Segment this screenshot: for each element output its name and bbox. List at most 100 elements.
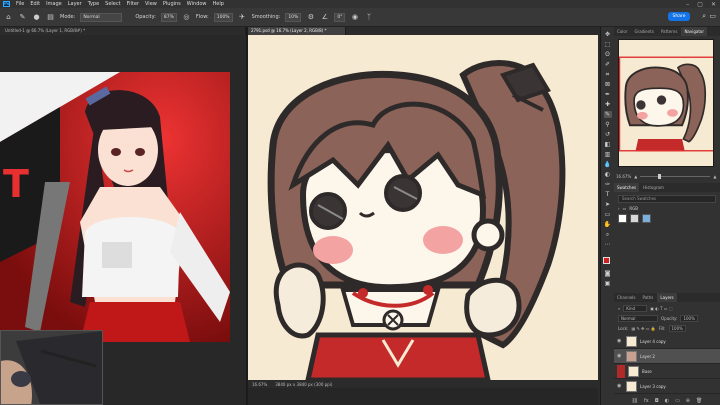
menu-edit[interactable]: Edit xyxy=(30,1,40,7)
workspace-icon[interactable]: ▭ xyxy=(709,12,716,20)
zoom-in-icon[interactable]: ▲ xyxy=(713,174,716,179)
share-button[interactable]: Share xyxy=(668,12,690,21)
menu-select[interactable]: Select xyxy=(105,1,120,7)
shape-tool-icon[interactable]: ▭ xyxy=(604,211,612,218)
menu-file[interactable]: File xyxy=(16,1,24,7)
layer-row[interactable]: Base xyxy=(614,364,720,379)
swatch-blue[interactable] xyxy=(642,214,651,223)
menu-image[interactable]: Image xyxy=(46,1,62,7)
tab-swatches[interactable]: Swatches xyxy=(614,183,640,192)
smoothing-settings-icon[interactable]: ⚙ xyxy=(306,13,315,22)
minimize-icon[interactable]: – xyxy=(686,1,689,8)
layer-name[interactable]: Layer 3 copy xyxy=(640,384,666,389)
navigator-zoom-slider[interactable] xyxy=(640,174,711,179)
layer-opacity-field[interactable]: 100% xyxy=(680,314,698,322)
frame-tool-icon[interactable]: ⊠ xyxy=(604,81,612,88)
lasso-tool-icon[interactable]: ʘ xyxy=(604,51,612,58)
eyedropper-tool-icon[interactable]: ✒ xyxy=(604,91,612,98)
tab-left-doc[interactable]: Untitled-1 @ 66.7% (Layer 1, RGB/8#) * xyxy=(0,27,246,35)
tab-main-doc[interactable]: 2791.psd @ 16.7% (Layer 2, RGB/8) * xyxy=(246,27,346,35)
tab-gradients[interactable]: Gradients xyxy=(631,27,657,36)
menu-view[interactable]: View xyxy=(145,1,157,7)
main-canvas[interactable] xyxy=(248,35,598,380)
move-tool-icon[interactable]: ✥ xyxy=(604,31,612,38)
history-brush-tool-icon[interactable]: ↺ xyxy=(604,131,612,138)
hand-tool-icon[interactable]: ✋ xyxy=(604,221,612,228)
mode-select[interactable]: Normal xyxy=(80,12,123,22)
layer-name[interactable]: Base xyxy=(642,369,652,374)
symmetry-icon[interactable]: ᛉ xyxy=(364,13,373,22)
folder-icon[interactable]: ▭ xyxy=(675,398,680,404)
fx-icon[interactable]: fx xyxy=(644,398,649,404)
zoom-slider-knob[interactable] xyxy=(657,174,661,179)
swatch-group[interactable]: › ▭ RGB xyxy=(618,206,716,211)
menu-filter[interactable]: Filter xyxy=(127,1,139,7)
flow-field[interactable]: 100% xyxy=(213,12,233,22)
brush-tool-icon[interactable]: ✎ xyxy=(603,111,612,118)
new-layer-icon[interactable]: ⊕ xyxy=(686,398,690,404)
quick-mask-icon[interactable]: ◙ xyxy=(604,270,612,277)
foreground-color-swatch[interactable] xyxy=(602,257,610,264)
crop-tool-icon[interactable]: ⌗ xyxy=(604,71,612,78)
layer-row[interactable]: ◉ Layer 3 copy xyxy=(614,379,720,394)
angle-field[interactable]: 0° xyxy=(334,12,346,22)
adjustment-icon[interactable]: ◐ xyxy=(665,398,669,404)
layer-name[interactable]: Layer 2 xyxy=(640,354,655,359)
home-icon[interactable]: ⌂ xyxy=(4,13,13,22)
tab-navigator[interactable]: Navigator xyxy=(681,27,708,36)
layer-kind-select[interactable]: Kind xyxy=(623,304,648,312)
airbrush-icon[interactable]: ✈ xyxy=(238,13,247,22)
more-tools-icon[interactable]: ⋯ xyxy=(604,241,612,248)
eraser-tool-icon[interactable]: ◧ xyxy=(604,141,612,148)
tab-patterns[interactable]: Patterns xyxy=(658,27,680,36)
filter-icons[interactable]: ▣ ◐ T ▭ ⬚ xyxy=(650,306,672,311)
color-swatches[interactable] xyxy=(602,257,613,267)
eye-icon[interactable]: ◉ xyxy=(617,353,623,359)
brush-settings-icon[interactable]: ▤ xyxy=(46,13,55,22)
mask-icon[interactable]: ◘ xyxy=(655,398,659,404)
tab-layers[interactable]: Layers xyxy=(657,293,677,302)
path-select-tool-icon[interactable]: ➤ xyxy=(604,201,612,208)
gradient-tool-icon[interactable]: ▥ xyxy=(604,151,612,158)
layer-name[interactable]: Layer 4 copy xyxy=(640,339,666,344)
pressure-size-icon[interactable]: ◉ xyxy=(350,13,359,22)
link-icon[interactable]: ⛓ xyxy=(632,398,638,404)
layer-fill-field[interactable]: 100% xyxy=(668,324,686,332)
tab-color[interactable]: Color xyxy=(614,27,630,36)
type-tool-icon[interactable]: T xyxy=(604,191,612,198)
dodge-tool-icon[interactable]: ◐ xyxy=(604,171,612,178)
tab-histogram[interactable]: Histogram xyxy=(640,183,667,192)
zoom-tool-icon[interactable]: ⌕ xyxy=(604,231,612,238)
trash-icon[interactable]: 🗑 xyxy=(696,398,702,404)
navigator-preview[interactable] xyxy=(618,39,714,167)
menu-window[interactable]: Window xyxy=(187,1,207,7)
tab-channels[interactable]: Channels xyxy=(614,293,639,302)
navigator-zoom-value[interactable]: 16.67% xyxy=(616,174,631,179)
swatch-gray[interactable] xyxy=(630,214,639,223)
blend-mode-select[interactable]: Normal xyxy=(618,314,658,322)
screen-mode-icon[interactable]: ▣ xyxy=(604,280,612,287)
smoothing-field[interactable]: 10% xyxy=(285,12,302,22)
status-zoom[interactable]: 16.67% xyxy=(252,382,267,387)
healing-tool-icon[interactable]: ✚ xyxy=(604,101,612,108)
eye-icon[interactable]: ◉ xyxy=(617,383,623,389)
zoom-out-icon[interactable]: ▲ xyxy=(634,174,637,179)
menu-layer[interactable]: Layer xyxy=(68,1,82,7)
marquee-tool-icon[interactable]: ⬚ xyxy=(604,41,612,48)
pen-tool-icon[interactable]: ✑ xyxy=(604,181,612,188)
maximize-icon[interactable]: ▢ xyxy=(697,1,703,8)
eye-icon[interactable]: ◉ xyxy=(617,338,623,344)
menu-type[interactable]: Type xyxy=(88,1,99,7)
brush-tool-icon[interactable]: ✎ xyxy=(18,13,27,22)
quick-select-tool-icon[interactable]: ✐ xyxy=(604,61,612,68)
search-icon[interactable]: ⌕ xyxy=(702,12,706,21)
clone-stamp-tool-icon[interactable]: ⚲ xyxy=(604,121,612,128)
menu-help[interactable]: Help xyxy=(213,1,224,7)
menu-plugins[interactable]: Plugins xyxy=(163,1,181,7)
opacity-field[interactable]: 87% xyxy=(160,12,177,22)
swatch-search-input[interactable]: Search Swatches xyxy=(618,195,716,203)
blur-tool-icon[interactable]: 💧 xyxy=(604,161,612,168)
brush-preset-icon[interactable]: ● xyxy=(32,13,41,22)
pressure-opacity-icon[interactable]: ◎ xyxy=(182,13,191,22)
swatch-white[interactable] xyxy=(618,214,627,223)
